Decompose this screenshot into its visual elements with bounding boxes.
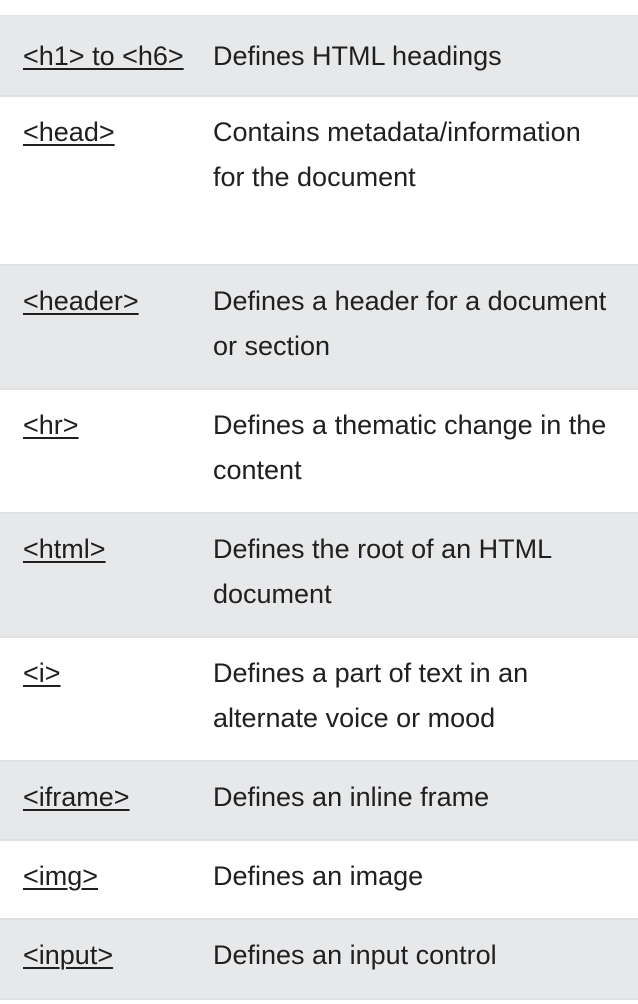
tag-cell: <header> <box>0 279 213 388</box>
table-top-edge <box>0 0 638 15</box>
table-row: <iframe> Defines an inline frame <box>0 762 638 841</box>
html-tag-reference-table: <h1> to <h6> Defines HTML headings <head… <box>0 15 638 1000</box>
tag-description: Defines an inline frame <box>213 782 490 812</box>
tag-link-header[interactable]: <header> <box>23 286 139 316</box>
tag-link-img[interactable]: <img> <box>23 861 98 891</box>
table-row: <i> Defines a part of text in an alterna… <box>0 638 638 762</box>
tag-description: Defines a header for a document or secti… <box>213 286 607 361</box>
tag-description: Defines a part of text in an alternate v… <box>213 658 529 733</box>
tag-cell: <img> <box>0 854 213 918</box>
tag-link-input[interactable]: <input> <box>23 940 113 970</box>
tag-cell: <head> <box>0 110 213 264</box>
table-row: <h1> to <h6> Defines HTML headings <box>0 17 638 97</box>
tag-description: Defines the root of an HTML document <box>213 534 552 609</box>
tag-cell: <i> <box>0 651 213 760</box>
tag-cell: <input> <box>0 933 213 998</box>
tag-link-iframe[interactable]: <iframe> <box>23 782 130 812</box>
tag-link-head[interactable]: <head> <box>23 117 115 147</box>
tag-link-h1-h6[interactable]: <h1> to <h6> <box>23 41 184 71</box>
tag-cell: <iframe> <box>0 775 213 839</box>
tag-description: Defines a thematic change in the content <box>213 410 607 485</box>
table-row: <input> Defines an input control <box>0 920 638 1000</box>
tag-description: Defines an input control <box>213 940 497 970</box>
tag-description: Defines an image <box>213 861 424 891</box>
tag-cell: <html> <box>0 527 213 636</box>
table-row: <img> Defines an image <box>0 841 638 920</box>
tag-link-html[interactable]: <html> <box>23 534 106 564</box>
tag-link-hr[interactable]: <hr> <box>23 410 79 440</box>
table-row: <header> Defines a header for a document… <box>0 266 638 390</box>
tag-link-i[interactable]: <i> <box>23 658 61 688</box>
tag-cell: <h1> to <h6> <box>0 34 213 95</box>
tag-description: Defines HTML headings <box>213 41 502 71</box>
table-row: <hr> Defines a thematic change in the co… <box>0 390 638 514</box>
tag-cell: <hr> <box>0 403 213 512</box>
table-row: <head> Contains metadata/information for… <box>0 97 638 266</box>
tag-description: Contains metadata/information for the do… <box>213 117 581 192</box>
table-row: <html> Defines the root of an HTML docum… <box>0 514 638 638</box>
